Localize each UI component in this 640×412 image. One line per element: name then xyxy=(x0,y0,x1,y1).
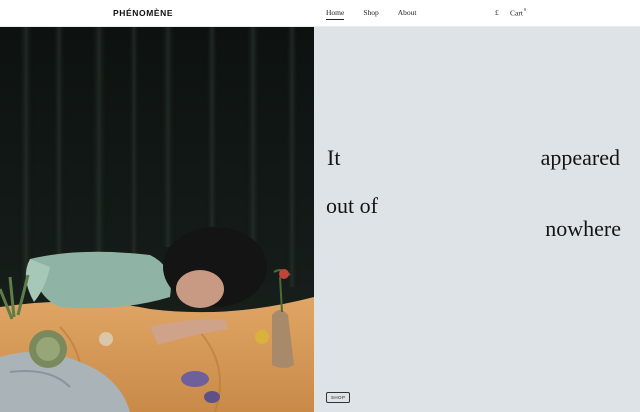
headline-word-2: appeared xyxy=(540,145,620,170)
nav-about-link[interactable]: About xyxy=(398,8,417,20)
nav-home-link[interactable]: Home xyxy=(326,8,345,20)
main-nav: Home Shop About xyxy=(326,8,436,20)
cart-link[interactable]: Cart0 xyxy=(510,7,527,18)
cart-count-badge: 0 xyxy=(523,7,527,12)
hero-photo xyxy=(0,27,314,412)
site-header: PHÉNOMÈNE Home Shop About £ Cart0 xyxy=(0,0,640,27)
currency-selector[interactable]: £ xyxy=(495,8,499,17)
cart-label: Cart xyxy=(510,8,523,18)
hero-text-panel: It appeared out of nowhere SHOP xyxy=(314,27,640,412)
hero-photo-illustration xyxy=(0,27,314,412)
nav-shop-link[interactable]: Shop xyxy=(363,8,378,20)
headline-word-3: out of xyxy=(326,193,378,218)
brand-logo[interactable]: PHÉNOMÈNE xyxy=(113,8,173,18)
shop-button[interactable]: SHOP xyxy=(326,392,351,403)
headline-word-4: nowhere xyxy=(545,216,621,241)
headline-word-1: It xyxy=(327,145,341,170)
